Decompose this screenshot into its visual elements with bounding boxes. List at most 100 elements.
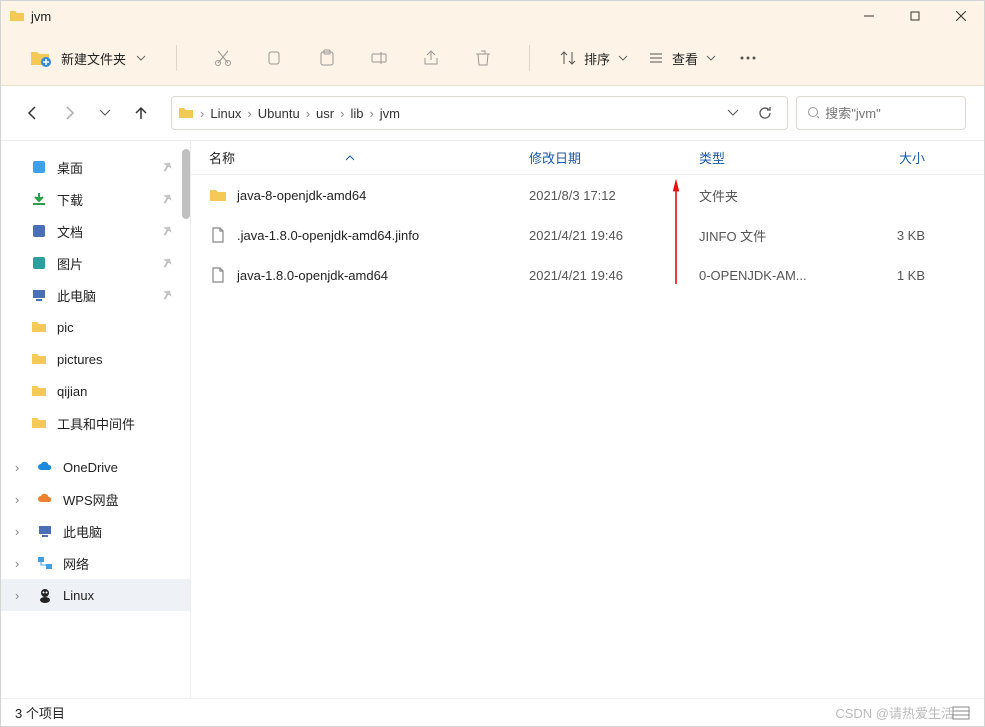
chevron-right-icon: › bbox=[15, 556, 27, 571]
sort-button[interactable]: 排序 bbox=[560, 49, 628, 68]
file-size: 3 KB bbox=[855, 228, 925, 243]
file-name: .java-1.8.0-openjdk-amd64.jinfo bbox=[237, 228, 419, 243]
sidebar-label: 图片 bbox=[57, 254, 83, 273]
sidebar-tree-item[interactable]: › 网络 bbox=[1, 547, 190, 579]
new-folder-icon bbox=[29, 47, 51, 69]
new-folder-label: 新建文件夹 bbox=[61, 49, 126, 68]
rename-button[interactable] bbox=[367, 46, 391, 70]
chevron-down-icon bbox=[706, 53, 716, 63]
minimize-button[interactable] bbox=[846, 1, 892, 31]
delete-button[interactable] bbox=[471, 46, 495, 70]
chevron-down-icon bbox=[136, 53, 146, 63]
sidebar-item[interactable]: 下载 bbox=[1, 183, 190, 215]
sidebar-item[interactable]: 此电脑 bbox=[1, 279, 190, 311]
file-size: 1 KB bbox=[855, 268, 925, 283]
crumb[interactable]: Linux bbox=[206, 106, 245, 121]
sidebar-label: Linux bbox=[63, 588, 94, 603]
sidebar-item[interactable]: pic bbox=[1, 311, 190, 343]
window-title: jvm bbox=[31, 9, 51, 24]
sidebar-item[interactable]: 工具和中间件 bbox=[1, 407, 190, 439]
file-type: JINFO 文件 bbox=[699, 226, 855, 245]
separator bbox=[529, 45, 530, 71]
sidebar-label: pic bbox=[57, 320, 74, 335]
titlebar: jvm bbox=[1, 1, 984, 31]
sidebar-label: 工具和中间件 bbox=[57, 414, 135, 433]
sidebar-label: qijian bbox=[57, 384, 87, 399]
sidebar-item[interactable]: 桌面 bbox=[1, 151, 190, 183]
file-type: 0-OPENJDK-AM... bbox=[699, 268, 855, 283]
file-row[interactable]: java-1.8.0-openjdk-amd642021/4/21 19:460… bbox=[191, 255, 984, 295]
file-type: 文件夹 bbox=[699, 186, 855, 205]
view-button[interactable]: 查看 bbox=[648, 49, 716, 68]
close-button[interactable] bbox=[938, 1, 984, 31]
sidebar-label: 此电脑 bbox=[57, 286, 96, 305]
file-name: java-8-openjdk-amd64 bbox=[237, 188, 366, 203]
file-date: 2021/4/21 19:46 bbox=[529, 228, 699, 243]
sidebar-label: 文档 bbox=[57, 222, 83, 241]
sidebar-label: pictures bbox=[57, 352, 103, 367]
file-row[interactable]: java-8-openjdk-amd642021/8/3 17:12文件夹 bbox=[191, 175, 984, 215]
maximize-button[interactable] bbox=[892, 1, 938, 31]
folder-icon bbox=[178, 105, 194, 121]
file-row[interactable]: .java-1.8.0-openjdk-amd64.jinfo 2021/4/21… bbox=[191, 215, 984, 255]
sidebar-label: OneDrive bbox=[63, 460, 118, 475]
separator bbox=[176, 45, 177, 71]
address-bar[interactable]: › Linux› Ubuntu› usr› lib› jvm bbox=[171, 96, 788, 130]
chevron-down-icon[interactable] bbox=[727, 107, 739, 119]
chevron-down-icon bbox=[618, 53, 628, 63]
sidebar-tree-item[interactable]: ›Linux bbox=[1, 579, 190, 611]
scrollbar[interactable] bbox=[182, 149, 190, 219]
refresh-icon[interactable] bbox=[757, 105, 773, 121]
copy-button[interactable] bbox=[263, 46, 287, 70]
more-button[interactable] bbox=[736, 46, 760, 70]
back-button[interactable] bbox=[19, 99, 47, 127]
search-input[interactable] bbox=[825, 106, 955, 121]
sidebar-label: 桌面 bbox=[57, 158, 83, 177]
forward-button[interactable] bbox=[55, 99, 83, 127]
col-date[interactable]: 修改日期 bbox=[529, 148, 699, 167]
watermark: CSDN @请热爱生活 bbox=[835, 703, 954, 722]
sidebar-item[interactable]: pictures bbox=[1, 343, 190, 375]
sidebar-label: 此电脑 bbox=[63, 522, 102, 541]
sidebar: 桌面下载文档图片此电脑 pic pictures qijian 工具和中间件 › OneD… bbox=[1, 141, 191, 698]
item-count: 3 个项目 bbox=[15, 703, 65, 722]
sidebar-tree-item[interactable]: ›WPS网盘 bbox=[1, 483, 190, 515]
col-size[interactable]: 大小 bbox=[855, 148, 925, 167]
sidebar-label: 下载 bbox=[57, 190, 83, 209]
column-headers: 名称 修改日期 类型 大小 bbox=[191, 141, 984, 175]
nav-row: › Linux› Ubuntu› usr› lib› jvm bbox=[1, 86, 984, 141]
sort-icon bbox=[560, 50, 576, 66]
crumb[interactable]: lib bbox=[346, 106, 367, 121]
up-button[interactable] bbox=[127, 99, 155, 127]
paste-button[interactable] bbox=[315, 46, 339, 70]
chevron-right-icon: › bbox=[15, 460, 27, 475]
sidebar-label: 网络 bbox=[63, 554, 89, 573]
crumb[interactable]: Ubuntu bbox=[254, 106, 304, 121]
details-view-icon[interactable] bbox=[952, 706, 970, 720]
new-folder-button[interactable]: 新建文件夹 bbox=[19, 41, 156, 75]
file-date: 2021/4/21 19:46 bbox=[529, 268, 699, 283]
toolbar: 新建文件夹 排序 查看 bbox=[1, 31, 984, 86]
sidebar-tree-item[interactable]: › OneDrive bbox=[1, 451, 190, 483]
crumb[interactable]: usr bbox=[312, 106, 338, 121]
recent-button[interactable] bbox=[91, 99, 119, 127]
chevron-right-icon: › bbox=[15, 492, 27, 507]
crumb[interactable]: jvm bbox=[376, 106, 404, 121]
chevron-right-icon: › bbox=[198, 106, 206, 121]
search-box[interactable] bbox=[796, 96, 966, 130]
sidebar-item[interactable]: 图片 bbox=[1, 247, 190, 279]
sidebar-item[interactable]: 文档 bbox=[1, 215, 190, 247]
folder-icon bbox=[9, 8, 25, 24]
file-pane: 名称 修改日期 类型 大小 java-8-openjdk-amd642021/8… bbox=[191, 141, 984, 698]
col-name[interactable]: 名称 bbox=[209, 148, 529, 167]
view-icon bbox=[648, 50, 664, 66]
sort-label: 排序 bbox=[584, 49, 610, 68]
col-type[interactable]: 类型 bbox=[699, 148, 855, 167]
share-button[interactable] bbox=[419, 46, 443, 70]
cut-button[interactable] bbox=[211, 46, 235, 70]
search-icon bbox=[807, 106, 819, 120]
view-label: 查看 bbox=[672, 49, 698, 68]
sidebar-item[interactable]: qijian bbox=[1, 375, 190, 407]
sidebar-tree-item[interactable]: › 此电脑 bbox=[1, 515, 190, 547]
chevron-right-icon: › bbox=[15, 524, 27, 539]
